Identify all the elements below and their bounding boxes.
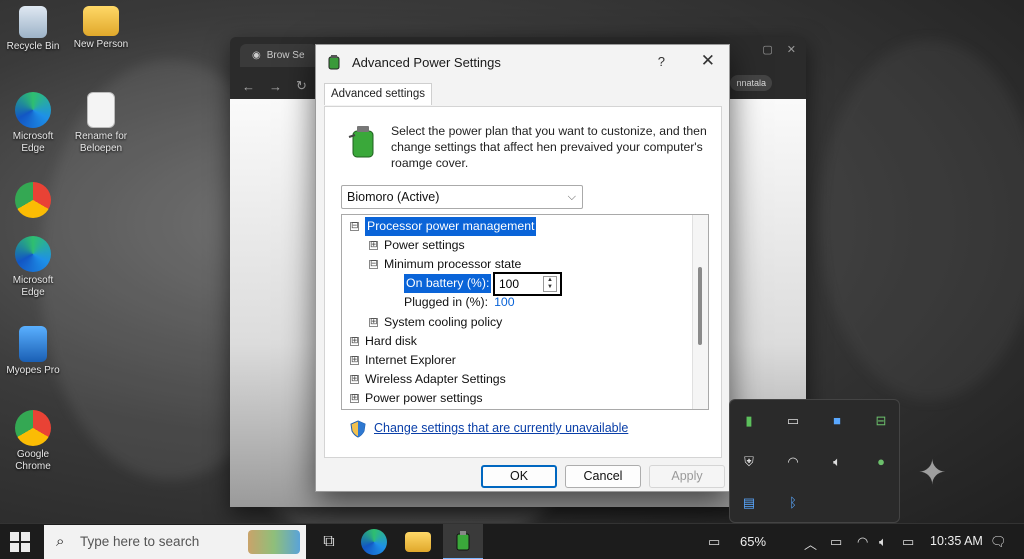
taskbar: ⌕ Type here to search ⧉ ▭ 65% ︿ ▭ ◠ 🔈︎ ▭…: [0, 523, 1024, 559]
expand-icon[interactable]: ⊞: [350, 375, 359, 384]
browser-window-controls: ▢ ✕: [762, 43, 796, 56]
browser-tab[interactable]: ◉ Brow Se: [240, 43, 317, 67]
tree-item-plugged-in[interactable]: Plugged in (%): 100: [404, 293, 515, 312]
power-settings-taskbar-button[interactable]: [443, 524, 483, 559]
tree-item-on-battery[interactable]: On battery (%):: [404, 274, 492, 293]
chrome-icon: [15, 410, 51, 446]
desktop-icon-chrome[interactable]: [2, 182, 64, 221]
advanced-settings-panel: Select the power plan that you want to c…: [324, 106, 722, 458]
folder-icon: [83, 6, 119, 36]
chevron-down-icon: ⌵: [567, 191, 576, 203]
network-adapter-icon[interactable]: ⊟: [872, 412, 890, 430]
collapse-icon[interactable]: ⊟: [369, 260, 378, 269]
dialog-title: Advanced Power Settings: [352, 54, 501, 70]
apply-button[interactable]: Apply: [649, 465, 725, 488]
desktop-icon-myopes[interactable]: Myopes Pro: [2, 326, 64, 377]
dialog-close-button[interactable]: ✕: [701, 51, 715, 71]
tray-overflow-flyout: ▮ ▭ ■ ⊟ ⛨ ◠ 🔈︎ ● ▤ ᛒ: [729, 399, 900, 523]
collapse-icon[interactable]: ⊟: [350, 222, 359, 231]
start-button[interactable]: [10, 532, 30, 552]
edge-taskbar-icon[interactable]: [361, 529, 387, 555]
browser-account-chip[interactable]: nnatala: [730, 75, 772, 91]
tree-scrollbar[interactable]: [692, 215, 708, 409]
tree-item-wireless-adapter-settings[interactable]: ⊞ Wireless Adapter Settings: [350, 370, 506, 389]
taskbar-search-box[interactable]: ⌕ Type here to search: [44, 525, 306, 559]
scrollbar-thumb[interactable]: [698, 267, 702, 345]
globe-icon: ◉: [252, 49, 261, 61]
cancel-button[interactable]: Cancel: [565, 465, 641, 488]
wifi-tray-icon[interactable]: ◠: [857, 534, 868, 550]
help-button[interactable]: ?: [658, 54, 665, 69]
uac-shield-icon: [350, 420, 366, 438]
tree-item-processor-power-management[interactable]: ⊟ Processor power management: [350, 217, 537, 236]
dialog-tabstrip: Advanced settings: [324, 83, 432, 105]
search-icon: ⌕: [56, 533, 65, 550]
power-tray-icon[interactable]: ▭: [902, 534, 914, 550]
edge-icon: [15, 236, 51, 272]
bluetooth-icon[interactable]: ᛒ: [784, 494, 802, 512]
expand-icon[interactable]: ⊞: [350, 337, 359, 346]
volume-tray-icon[interactable]: 🔈︎: [879, 534, 887, 550]
tree-item-power-settings[interactable]: ⊞ Power settings: [369, 236, 465, 255]
change-unavailable-settings-link[interactable]: Change settings that are currently unava…: [374, 421, 628, 435]
back-icon[interactable]: ←: [242, 79, 255, 94]
recycle-bin-icon: [19, 6, 47, 38]
reload-icon[interactable]: ↻: [296, 78, 307, 94]
display-app-icon[interactable]: ▤: [740, 494, 758, 512]
tab-advanced-settings[interactable]: Advanced settings: [324, 83, 432, 105]
edge-icon: [15, 92, 51, 128]
forward-icon[interactable]: →: [269, 79, 282, 94]
power-battery-icon: [456, 531, 470, 551]
sparkle-icon: ✦: [918, 454, 947, 492]
expand-icon[interactable]: ⊞: [369, 241, 378, 250]
desktop-icon-new-person[interactable]: New Person: [70, 6, 132, 51]
wifi-icon[interactable]: ◠: [784, 453, 802, 471]
search-highlight-image: [248, 530, 300, 554]
volume-icon[interactable]: 🔈︎: [828, 453, 846, 471]
tree-item-internet-explorer[interactable]: ⊞ Internet Explorer: [350, 351, 456, 370]
battery-plug-icon[interactable]: ▮: [740, 412, 758, 430]
document-icon: [87, 92, 115, 128]
app-icon: [19, 326, 47, 362]
power-plan-icon: [348, 126, 374, 158]
app-tray-icon[interactable]: ■: [828, 412, 846, 430]
dialog-titlebar: Advanced Power Settings ? ✕: [316, 45, 729, 79]
power-plan-select[interactable]: Biomoro (Active) ⌵: [341, 185, 583, 209]
battery-icon[interactable]: ▭: [784, 412, 802, 430]
desktop-icon-edge-2[interactable]: Microsoft Edge: [2, 236, 64, 299]
sync-icon[interactable]: ●: [872, 453, 890, 471]
battery-status-icon[interactable]: ▭: [708, 534, 720, 550]
expand-icon[interactable]: ⊞: [369, 318, 378, 327]
settings-tree[interactable]: ⊟ Processor power management ⊞ Power set…: [341, 214, 709, 410]
file-explorer-icon[interactable]: [405, 532, 431, 552]
desktop-icon-google-chrome[interactable]: Google Chrome: [2, 410, 64, 473]
chrome-icon: [15, 182, 51, 218]
desktop-icon-recycle-bin[interactable]: Recycle Bin: [2, 6, 64, 53]
battery-tray-icon[interactable]: ▭: [830, 534, 842, 550]
expand-icon[interactable]: ⊞: [350, 394, 359, 403]
maximize-icon[interactable]: ▢: [762, 43, 772, 56]
tree-item-system-cooling-policy[interactable]: ⊞ System cooling policy: [369, 313, 502, 332]
desktop-icon-edge[interactable]: Microsoft Edge: [2, 92, 64, 155]
security-shield-icon[interactable]: ⛨: [740, 453, 758, 471]
power-battery-icon: [328, 55, 340, 70]
show-hidden-icons-chevron-icon[interactable]: ︿: [804, 534, 817, 553]
plugged-in-value[interactable]: 100: [494, 293, 515, 312]
intro-text: Select the power plan that you want to c…: [391, 124, 707, 170]
spinner-arrows-icon[interactable]: ▲ ▼: [543, 276, 557, 292]
expand-icon[interactable]: ⊞: [350, 356, 359, 365]
close-icon[interactable]: ✕: [787, 43, 796, 56]
tree-item-hard-disk[interactable]: ⊞ Hard disk: [350, 332, 417, 351]
advanced-power-settings-dialog: Advanced Power Settings ? ✕ Advanced set…: [315, 44, 730, 492]
tree-item-power-power-settings[interactable]: ⊞ Power power settings: [350, 389, 483, 408]
task-view-icon[interactable]: ⧉: [316, 529, 342, 555]
notification-icon[interactable]: 🗨︎: [990, 534, 1007, 550]
desktop-icon-document[interactable]: Rename for Beloepen: [70, 92, 132, 155]
ok-button[interactable]: OK: [481, 465, 557, 488]
battery-percent: 65%: [740, 534, 767, 549]
clock[interactable]: 10:35 AM: [930, 534, 983, 548]
